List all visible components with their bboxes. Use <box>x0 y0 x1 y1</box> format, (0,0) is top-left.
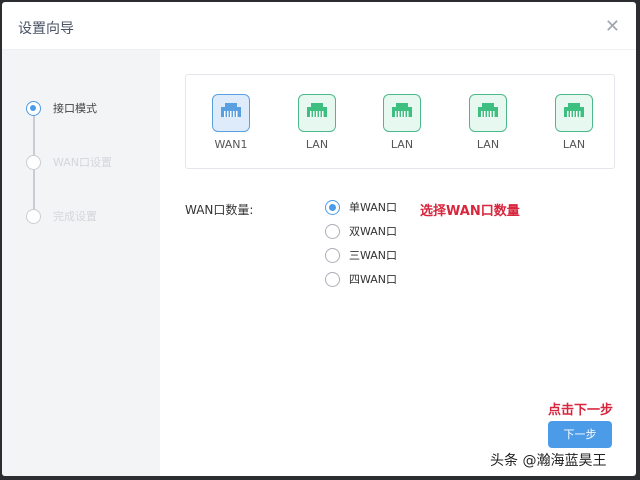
ethernet-port-icon <box>555 94 593 132</box>
step-wan-settings: WAN口设置 <box>26 154 112 170</box>
wan-count-option[interactable]: 单WAN口 <box>325 199 397 215</box>
select-hint-annotation: 选择WAN口数量 <box>420 204 520 219</box>
step-label: 完成设置 <box>53 210 97 223</box>
radio-icon[interactable] <box>325 247 340 263</box>
port-label: LAN <box>305 138 329 151</box>
steps-sidebar: 接口模式 WAN口设置 完成设置 <box>2 50 160 476</box>
wan-count-option[interactable]: 双WAN口 <box>325 223 397 239</box>
step-indicator-icon <box>26 208 41 224</box>
port-label: LAN <box>562 138 586 151</box>
ethernet-port-icon <box>212 94 250 132</box>
close-icon[interactable]: ✕ <box>605 16 620 37</box>
option-label: 四WAN口 <box>349 273 398 286</box>
radio-icon[interactable] <box>325 271 340 287</box>
setup-wizard-dialog: 设置向导 ✕ 接口模式 WAN口设置 完成设置 WAN1 LAN LAN LAN LAN… <box>2 2 636 476</box>
port-lan[interactable]: LAN <box>287 94 347 151</box>
radio-icon[interactable] <box>325 223 340 239</box>
option-label: 单WAN口 <box>349 201 398 214</box>
step-connector <box>33 169 35 209</box>
dialog-title: 设置向导 <box>18 21 74 37</box>
ethernet-port-icon <box>383 94 421 132</box>
port-label: WAN1 <box>214 138 248 151</box>
option-label: 三WAN口 <box>349 249 398 262</box>
step-indicator-icon <box>26 100 41 116</box>
port-panel: WAN1 LAN LAN LAN LAN <box>185 74 615 169</box>
option-label: 双WAN口 <box>349 225 398 238</box>
wan-count-option[interactable]: 三WAN口 <box>325 247 397 263</box>
radio-icon[interactable] <box>325 199 340 215</box>
port-lan[interactable]: LAN <box>372 94 432 151</box>
next-button[interactable]: 下一步 <box>548 421 612 448</box>
step-label: 接口模式 <box>53 102 97 115</box>
step-interface-mode: 接口模式 <box>26 100 97 116</box>
port-wan[interactable]: WAN1 <box>201 94 261 151</box>
port-lan[interactable]: LAN <box>544 94 604 151</box>
step-indicator-icon <box>26 154 41 170</box>
step-connector <box>33 115 35 155</box>
next-hint-annotation: 点击下一步 <box>548 403 614 418</box>
step-finish: 完成设置 <box>26 208 97 224</box>
wan-count-option[interactable]: 四WAN口 <box>325 271 397 287</box>
ethernet-port-icon <box>469 94 507 132</box>
port-label: LAN <box>390 138 414 151</box>
dialog-header: 设置向导 ✕ <box>2 2 636 50</box>
ethernet-port-icon <box>298 94 336 132</box>
port-label: LAN <box>476 138 500 151</box>
port-lan[interactable]: LAN <box>458 94 518 151</box>
wan-count-label: WAN口数量: <box>185 203 254 217</box>
watermark: 头条 @瀚海蓝昊王 <box>490 453 607 469</box>
step-label: WAN口设置 <box>53 156 113 169</box>
